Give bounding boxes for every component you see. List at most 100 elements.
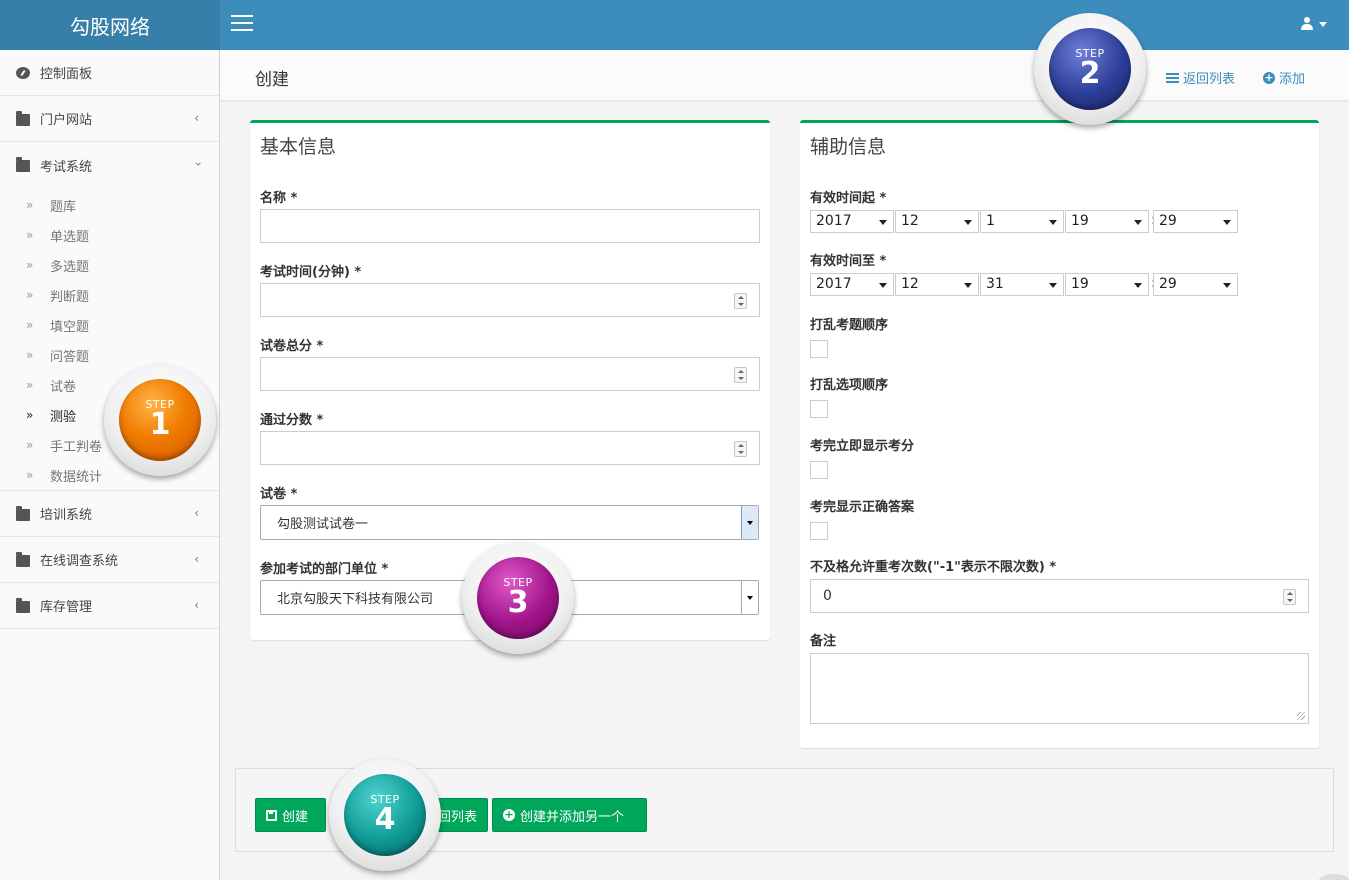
subitem-label: 单选题 (50, 229, 90, 245)
paper-select[interactable]: 勾股测试试卷一 (260, 505, 759, 540)
sidebar-item-portal[interactable]: 门户网站 ‹ (0, 96, 219, 142)
pass-score-label: 通过分数 * (260, 413, 324, 428)
chevron-left-icon: ‹ (194, 506, 199, 520)
show-score-label: 考完立即显示考分 (810, 439, 915, 454)
create-button[interactable]: 创建 (255, 798, 326, 832)
department-label: 参加考试的部门单位 * (260, 562, 389, 577)
sidebar-item-exam[interactable]: 考试系统 › (0, 142, 219, 188)
end-day-select[interactable]: 31 (980, 273, 1064, 296)
create-and-add-another-button[interactable]: + 创建并添加另一个 (492, 798, 647, 832)
step-4-inner: STEP 4 (344, 774, 426, 856)
sidebar-item-training[interactable]: 培训系统 ‹ (0, 491, 219, 537)
sidebar-subitem-question-bank[interactable]: » 题库 (0, 190, 219, 220)
dropdown-arrow-icon[interactable] (741, 506, 758, 539)
start-time-label: 有效时间起 * (810, 191, 887, 206)
double-chevron-icon: » (26, 258, 34, 272)
resize-grip-icon[interactable] (1297, 712, 1305, 720)
department-selected-value: 北京勾股天下科技有限公司 (277, 592, 434, 607)
remark-label: 备注 (810, 634, 837, 649)
scroll-to-top-icon[interactable] (1319, 874, 1349, 880)
step-2-badge: STEP 2 (1034, 13, 1146, 125)
brand-logo[interactable]: 勾股网络 (0, 0, 220, 50)
double-chevron-icon: » (26, 378, 34, 392)
number-spinner-icon[interactable] (734, 367, 747, 383)
subitem-label: 手工判卷 (50, 439, 103, 455)
end-month-select[interactable]: 12 (895, 273, 979, 296)
start-hour-select[interactable]: 19 (1065, 210, 1149, 233)
double-chevron-icon: » (26, 228, 34, 242)
step-number: 4 (374, 801, 396, 837)
start-day-select[interactable]: 1 (980, 210, 1064, 233)
duration-input[interactable] (260, 283, 760, 317)
aux-info-title: 辅助信息 (810, 136, 887, 158)
content-header: 创建 返回列表 + 添加 (220, 50, 1349, 100)
dropdown-arrow-icon[interactable] (741, 581, 758, 614)
duration-label: 考试时间(分钟) * (260, 265, 362, 280)
folder-icon (16, 551, 30, 567)
end-hour-select[interactable]: 19 (1065, 273, 1149, 296)
step-3-badge: STEP 3 (462, 542, 574, 654)
dashboard-icon (16, 66, 30, 79)
sidebar-item-dashboard[interactable]: 控制面板 (0, 50, 219, 96)
double-chevron-icon: » (26, 318, 34, 332)
show-answer-checkbox[interactable] (810, 522, 828, 540)
number-spinner-icon[interactable] (734, 441, 747, 457)
double-chevron-icon: » (26, 438, 34, 452)
start-month-select[interactable]: 12 (895, 210, 979, 233)
chevron-left-icon: ‹ (194, 598, 199, 612)
sidebar-subitem-essay[interactable]: » 问答题 (0, 340, 219, 370)
back-to-list-link[interactable]: 返回列表 (1165, 68, 1235, 87)
sidebar-subitem-single-choice[interactable]: » 单选题 (0, 220, 219, 250)
number-spinner-icon[interactable] (1283, 589, 1296, 605)
page-title: 创建 (255, 70, 289, 90)
retake-count-label: 不及格允许重考次数("-1"表示不限次数) * (810, 560, 1057, 575)
remark-textarea[interactable] (810, 653, 1309, 724)
folder-icon (16, 157, 30, 172)
end-year-select[interactable]: 2017 (810, 273, 894, 296)
link-label: 添加 (1278, 72, 1305, 87)
sidebar-item-inventory[interactable]: 库存管理 ‹ (0, 583, 219, 629)
basic-info-title: 基本信息 (260, 136, 337, 158)
shuffle-options-checkbox[interactable] (810, 400, 828, 418)
add-link[interactable]: + 添加 (1262, 68, 1305, 87)
step-1-badge: STEP 1 (104, 364, 216, 476)
double-chevron-icon: » (26, 198, 34, 212)
sidebar-subitem-fill-blank[interactable]: » 填空题 (0, 310, 219, 340)
folder-icon (16, 505, 30, 521)
user-menu[interactable] (1301, 17, 1327, 31)
top-navbar (220, 0, 1349, 50)
sidebar-subitem-multi-choice[interactable]: » 多选题 (0, 250, 219, 280)
sidebar-toggle-icon[interactable] (231, 15, 253, 33)
retake-count-input[interactable]: 0 (810, 579, 1309, 613)
double-chevron-icon: » (26, 408, 34, 422)
sidebar-item-label: 考试系统 (40, 159, 93, 175)
folder-icon (16, 597, 30, 613)
show-score-checkbox[interactable] (810, 461, 828, 479)
pass-score-input[interactable] (260, 431, 760, 465)
shuffle-questions-label: 打乱考题顺序 (810, 318, 889, 333)
chevron-left-icon: ‹ (194, 111, 199, 125)
number-spinner-icon[interactable] (734, 293, 747, 309)
step-number: 3 (507, 584, 529, 620)
plus-circle-icon: + (1262, 70, 1275, 84)
button-label: 创建并添加另一个 (520, 809, 625, 825)
start-minute-select[interactable]: 29 (1153, 210, 1238, 233)
double-chevron-icon: » (26, 348, 34, 362)
sidebar-item-label: 培训系统 (40, 508, 93, 523)
name-input[interactable] (260, 209, 760, 243)
shuffle-questions-checkbox[interactable] (810, 340, 828, 358)
start-year-select[interactable]: 2017 (810, 210, 894, 233)
caret-down-icon (1319, 21, 1327, 27)
paper-label: 试卷 * (260, 487, 298, 502)
aux-info-box: 辅助信息 有效时间起 * 2017 12 1 19 : 29 有效时间至 * 2… (800, 120, 1319, 748)
sidebar-subitem-true-false[interactable]: » 判断题 (0, 280, 219, 310)
end-minute-select[interactable]: 29 (1153, 273, 1238, 296)
step-1-inner: STEP 1 (119, 379, 201, 461)
double-chevron-icon: » (26, 468, 34, 482)
plus-circle-icon: + (503, 808, 515, 821)
sidebar-item-survey[interactable]: 在线调查系统 ‹ (0, 537, 219, 583)
total-score-input[interactable] (260, 357, 760, 391)
subitem-label: 判断题 (50, 289, 90, 305)
link-label: 返回列表 (1182, 72, 1235, 87)
end-time-label: 有效时间至 * (810, 254, 887, 269)
